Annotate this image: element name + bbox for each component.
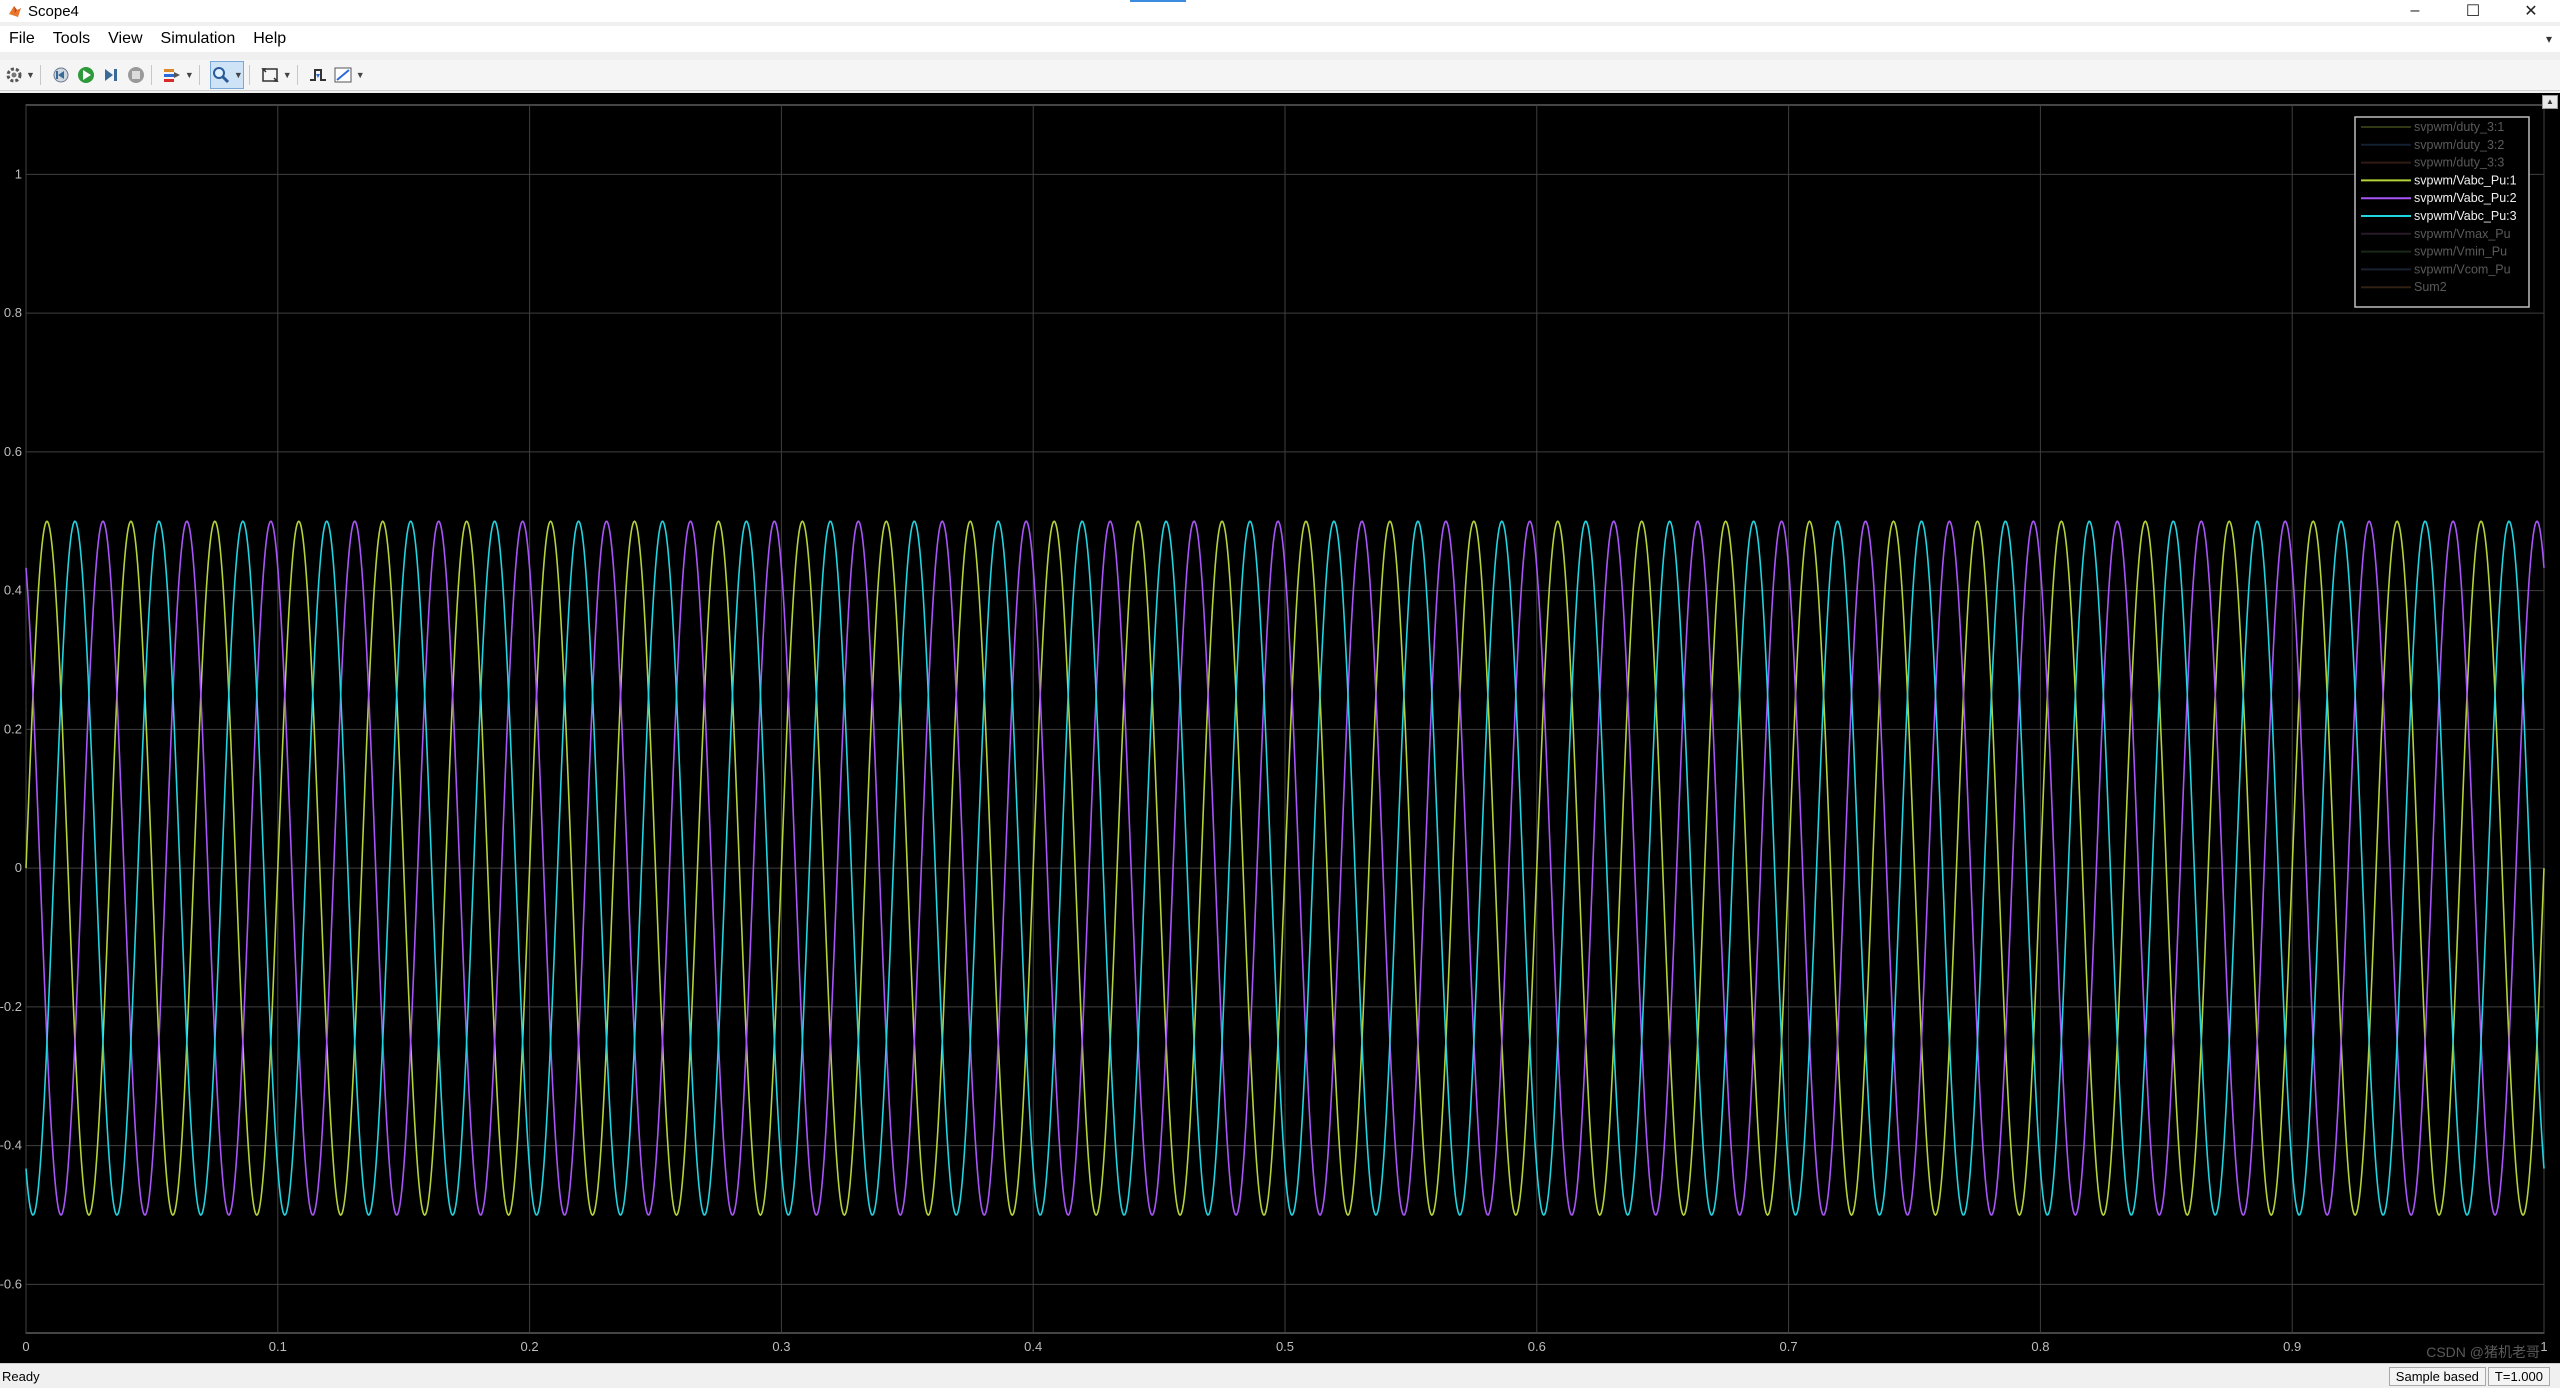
y-tick-label: 1 [15, 166, 22, 181]
y-tick-label: 0.2 [4, 721, 22, 736]
x-tick-label: 0.8 [2031, 1339, 2049, 1354]
toolbar-separator [150, 65, 152, 85]
watermark: CSDN @猪机老哥 [2426, 1344, 2540, 1360]
run-button[interactable] [76, 62, 96, 88]
menu-file[interactable]: File [0, 30, 44, 48]
toolbar-separator [248, 65, 250, 85]
toolbar: ▼ ▼ ▼ ▼ ▼ [0, 60, 2560, 91]
matlab-logo-icon [9, 6, 21, 17]
zoom-dropdown-icon[interactable]: ▼ [234, 70, 243, 80]
simulation-time: T=1.000 [2487, 1367, 2550, 1386]
x-tick-label: 1 [2540, 1339, 2547, 1354]
status-bar: Ready Sample based T=1.000 [0, 1363, 2560, 1388]
x-tick-label: 0.7 [1780, 1339, 1798, 1354]
y-tick-label: 0.6 [4, 444, 22, 459]
autoscale-button[interactable]: ▼ [260, 62, 292, 88]
legend-entry[interactable]: svpwm/Vmax_Pu [2414, 227, 2511, 241]
legend-entry[interactable]: svpwm/Vabc_Pu:2 [2414, 191, 2517, 205]
y-tick-label: 0 [15, 860, 22, 875]
close-button[interactable]: ✕ [2502, 0, 2560, 22]
minimize-button[interactable]: – [2386, 0, 2444, 22]
taskbar-focus-indicator [1130, 0, 1186, 2]
triggers-button[interactable] [308, 62, 328, 88]
stop-button[interactable] [126, 62, 146, 88]
zoom-icon [212, 67, 229, 84]
highlight-icon [163, 69, 180, 82]
y-tick-label: -0.6 [0, 1276, 22, 1291]
scope-chart[interactable]: 0 0.1 0.2 0.3 0.4 0.5 0.6 0.7 0.8 0.9 1 1 0.8 0.6 0.4 0… [0, 93, 2560, 1363]
settings-button[interactable]: ▼ [5, 62, 35, 88]
autoscale-icon [260, 68, 279, 82]
x-tick-label: 0.1 [269, 1339, 287, 1354]
title-bar: Scope4 – ☐ ✕ [0, 0, 2560, 22]
menu-view[interactable]: View [99, 30, 151, 48]
menu-help[interactable]: Help [244, 30, 295, 48]
y-tick-label: 0.4 [4, 583, 22, 598]
autoscale-dropdown-icon[interactable]: ▼ [283, 70, 292, 80]
menu-simulation[interactable]: Simulation [152, 30, 245, 48]
stop-icon [127, 67, 144, 83]
scroll-up-arrow-icon[interactable]: ▲ [2542, 95, 2558, 109]
step-back-icon [53, 67, 69, 83]
legend-entry[interactable]: svpwm/Vabc_Pu:3 [2414, 209, 2517, 223]
y-tick-label: -0.2 [0, 999, 22, 1014]
grid-layer [25, 104, 2545, 1334]
y-tick-label: -0.4 [0, 1138, 22, 1153]
play-icon [77, 67, 94, 83]
legend-entry[interactable]: svpwm/duty_3:2 [2414, 138, 2504, 152]
trigger-icon [309, 69, 326, 81]
x-tick-label: 0.9 [2283, 1339, 2301, 1354]
y-tick-label: 0.8 [4, 305, 22, 320]
x-tick-label: 0 [22, 1339, 29, 1354]
measurements-dropdown-icon[interactable]: ▼ [356, 70, 365, 80]
legend-entry[interactable]: svpwm/Vcom_Pu [2414, 262, 2511, 276]
highlight-button[interactable]: ▼ [162, 62, 194, 88]
step-back-button[interactable] [51, 62, 71, 88]
legend-entry[interactable]: svpwm/duty_3:1 [2414, 120, 2504, 134]
x-tick-label: 0.5 [1276, 1339, 1294, 1354]
legend-entry[interactable]: svpwm/Vmin_Pu [2414, 245, 2507, 259]
zoom-button[interactable]: ▼ [209, 61, 244, 89]
maximize-button[interactable]: ☐ [2444, 0, 2502, 22]
sample-mode-indicator: Sample based [2388, 1367, 2486, 1386]
step-forward-icon [104, 69, 117, 81]
measurements-button[interactable]: ▼ [333, 62, 365, 88]
menu-bar: File Tools View Simulation Help ▾ [0, 26, 2560, 52]
toolbar-separator [198, 65, 200, 85]
toolbar-separator [39, 65, 41, 85]
settings-dropdown-icon[interactable]: ▼ [26, 70, 35, 80]
toolbar-separator [296, 65, 298, 85]
legend: svpwm/duty_3:1 svpwm/duty_3:2 svpwm/duty_3… [2354, 116, 2530, 308]
x-tick-label: 0.3 [772, 1339, 790, 1354]
legend-entry[interactable]: Sum2 [2414, 280, 2447, 294]
x-tick-label: 0.6 [1528, 1339, 1546, 1354]
highlight-dropdown-icon[interactable]: ▼ [185, 70, 194, 80]
scope-plot-area[interactable]: 0 0.1 0.2 0.3 0.4 0.5 0.6 0.7 0.8 0.9 1 1 0.8 0.6 0.4 0… [0, 93, 2560, 1363]
legend-entry[interactable]: svpwm/Vabc_Pu:1 [2414, 173, 2517, 187]
gear-icon [6, 67, 22, 83]
dock-menu-arrow-icon[interactable]: ▾ [2546, 32, 2552, 46]
menu-tools[interactable]: Tools [44, 30, 99, 48]
x-tick-label: 0.2 [521, 1339, 539, 1354]
step-forward-button[interactable] [101, 62, 121, 88]
legend-entry[interactable]: svpwm/duty_3:3 [2414, 156, 2504, 170]
status-text: Ready [2, 1369, 40, 1384]
x-tick-label: 0.4 [1024, 1339, 1042, 1354]
measure-icon [334, 67, 352, 83]
window-title: Scope4 [28, 2, 79, 20]
